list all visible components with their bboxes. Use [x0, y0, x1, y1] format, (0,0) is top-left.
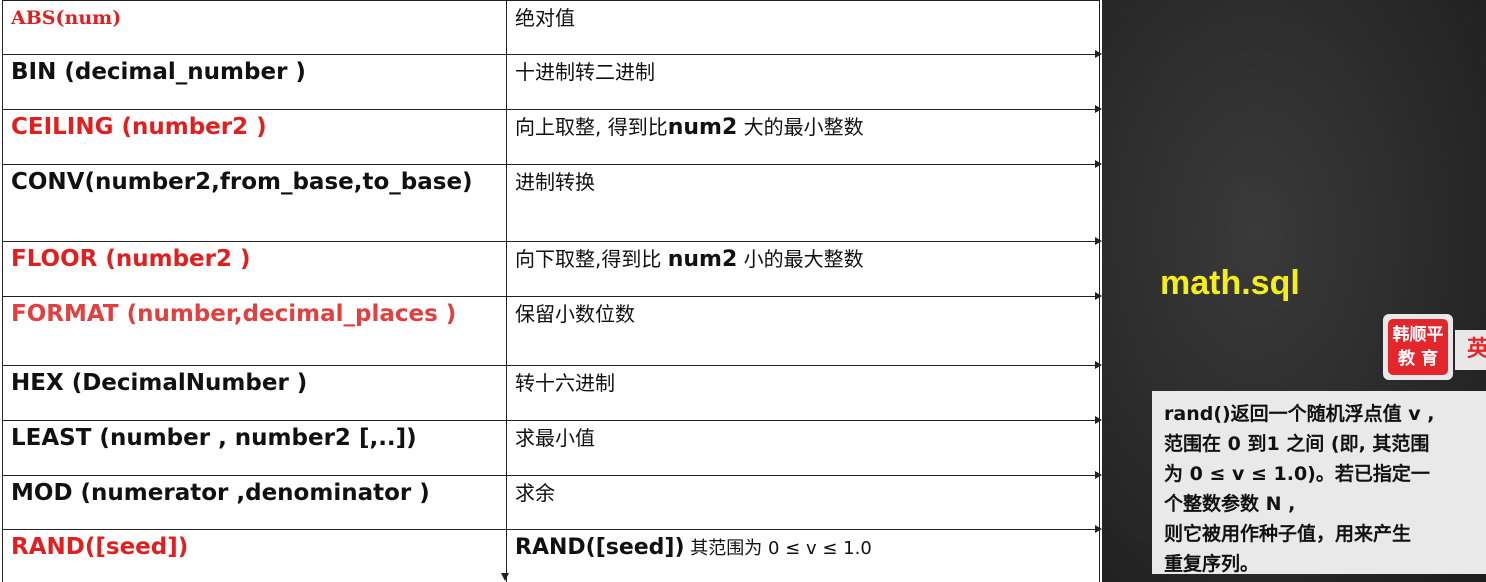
function-name: BIN (decimal_number ) — [2, 54, 507, 110]
description-text: 其范围为 0 ≤ v ≤ 1.0 — [684, 538, 872, 559]
function-description: 十进制转二进制 — [506, 54, 1100, 110]
row-arrow-icon — [1095, 525, 1102, 533]
slide-table-area: ABS(num) 绝对值 BIN (decimal_number ) 十进制转二… — [0, 0, 1102, 582]
logo-text: 韩顺平 — [1392, 325, 1444, 345]
row-arrow-icon — [1095, 471, 1102, 479]
function-description: 向下取整,得到比 num2 小的最大整数 — [506, 241, 1100, 297]
table-row: LEAST (number , number2 [,..]) 求最小值 — [2, 420, 1100, 476]
row-arrow-icon — [1095, 160, 1102, 168]
table-row: BIN (decimal_number ) 十进制转二进制 — [2, 54, 1100, 110]
function-description: RAND([seed]) 其范围为 0 ≤ v ≤ 1.0 — [506, 529, 1100, 582]
table-row: FORMAT (number,decimal_places ) 保留小数位数 — [2, 296, 1100, 366]
function-description: 进制转换 — [506, 164, 1100, 242]
table-row: CEILING (number2 ) 向上取整, 得到比num2 大的最小整数 — [2, 109, 1100, 165]
function-name: HEX (DecimalNumber ) — [2, 365, 507, 421]
note-text: rand()返回一个随机浮点值 v , 范围在 0 到1 之间 (即, 其范围 … — [1164, 403, 1435, 574]
function-name: CONV(number2,from_base,to_base) — [2, 164, 507, 242]
column-arrow-icon — [501, 573, 509, 581]
function-name: MOD (numerator ,denominator ) — [2, 475, 507, 530]
function-description: 绝对值 — [506, 0, 1100, 55]
row-arrow-icon — [1095, 292, 1102, 300]
table-row: RAND([seed]) RAND([seed]) 其范围为 0 ≤ v ≤ 1… — [2, 529, 1100, 582]
function-name: LEAST (number , number2 [,..]) — [2, 420, 507, 476]
table-row: FLOOR (number2 ) 向下取整,得到比 num2 小的最大整数 — [2, 241, 1100, 297]
function-name: ABS(num) — [2, 0, 507, 55]
description-bold: RAND([seed]) — [515, 535, 685, 560]
table-row: MOD (numerator ,denominator ) 求余 — [2, 475, 1100, 530]
function-description: 转十六进制 — [506, 365, 1100, 421]
rand-note: rand()返回一个随机浮点值 v , 范围在 0 到1 之间 (即, 其范围 … — [1152, 391, 1486, 574]
logo-text: 教 育 — [1398, 349, 1438, 369]
row-arrow-icon — [1095, 237, 1102, 245]
row-arrow-icon — [1095, 50, 1102, 58]
table-row: ABS(num) 绝对值 — [2, 0, 1100, 55]
row-arrow-icon — [1095, 416, 1102, 424]
file-label: math.sql — [1160, 264, 1300, 302]
logo-side-text: 英 — [1455, 330, 1486, 370]
description-bold: num2 — [667, 115, 738, 140]
description-text: 小的最大整数 — [737, 247, 864, 271]
logo: 韩顺平 教 育 — [1383, 314, 1453, 380]
description-text: 向上取整, 得到比 — [515, 115, 668, 139]
function-description: 求余 — [506, 475, 1100, 530]
row-arrow-icon — [1095, 361, 1102, 369]
logo-badge: 韩顺平 教 育 — [1388, 319, 1448, 375]
math-functions-table: ABS(num) 绝对值 BIN (decimal_number ) 十进制转二… — [2, 0, 1100, 582]
function-name: FORMAT (number,decimal_places ) — [2, 296, 507, 366]
description-text: 向下取整,得到比 — [515, 247, 668, 271]
table-row: CONV(number2,from_base,to_base) 进制转换 — [2, 164, 1100, 242]
function-description: 求最小值 — [506, 420, 1100, 476]
function-name: RAND([seed]) — [2, 529, 507, 582]
description-bold: num2 — [667, 247, 738, 272]
function-description: 保留小数位数 — [506, 296, 1100, 366]
function-name: CEILING (number2 ) — [2, 109, 507, 165]
table-row: HEX (DecimalNumber ) 转十六进制 — [2, 365, 1100, 421]
row-arrow-icon — [1095, 105, 1102, 113]
function-description: 向上取整, 得到比num2 大的最小整数 — [506, 109, 1100, 165]
function-name: FLOOR (number2 ) — [2, 241, 507, 297]
description-text: 大的最小整数 — [737, 115, 864, 139]
